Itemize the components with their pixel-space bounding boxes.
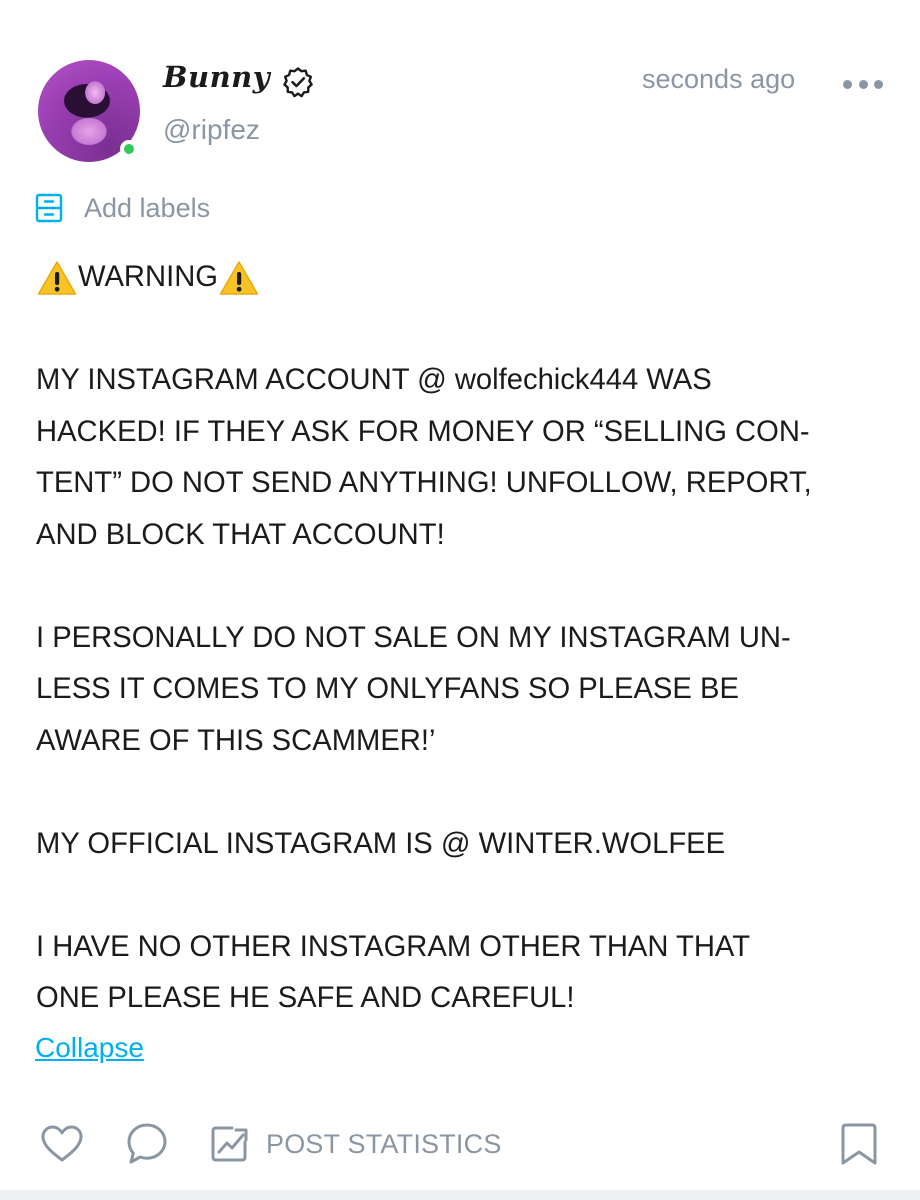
more-dots-icon bbox=[874, 79, 883, 89]
avatar[interactable] bbox=[38, 60, 140, 162]
post-paragraph: MY INSTAGRAM ACCOUNT @ wolfechick444 WAS… bbox=[36, 364, 812, 551]
warning-icon bbox=[37, 261, 77, 295]
author-handle[interactable]: @ripfez bbox=[163, 114, 260, 146]
warning-heading: WARNING bbox=[36, 252, 896, 304]
post-card: Bunny @ripfez seconds ago Add labels WAR… bbox=[0, 0, 920, 1200]
author-display-name[interactable]: Bunny bbox=[163, 60, 270, 94]
post-timestamp: seconds ago bbox=[642, 64, 796, 94]
like-button[interactable] bbox=[40, 1124, 84, 1164]
post-statistics-label: POST STATISTICS bbox=[266, 1128, 502, 1159]
bookmark-button[interactable] bbox=[840, 1122, 878, 1166]
warning-text: WARNING bbox=[78, 261, 218, 293]
post-text: WARNING MY INSTAGRAM ACCOUNT @ wolfechic… bbox=[36, 252, 896, 1025]
add-labels-label: Add labels bbox=[84, 192, 211, 223]
verified-icon bbox=[283, 67, 313, 98]
chart-icon bbox=[211, 1126, 248, 1162]
post-statistics-button[interactable]: POST STATISTICS bbox=[210, 1122, 502, 1166]
heart-icon bbox=[41, 1125, 83, 1162]
post-paragraph: I HAVE NO OTHER INSTAGRAM OTHER THAN THA… bbox=[36, 930, 751, 1015]
more-dots-icon bbox=[858, 79, 868, 89]
more-options-button[interactable] bbox=[843, 72, 883, 96]
post-paragraph: I PERSONALLY DO NOT SALE ON MY INSTAGRAM… bbox=[36, 621, 791, 757]
comment-button[interactable] bbox=[126, 1122, 168, 1166]
label-icon bbox=[35, 193, 63, 223]
more-dots-icon bbox=[843, 79, 852, 89]
post-paragraph: MY OFFICIAL INSTAGRAM IS @ WINTER.WOLFEE bbox=[36, 827, 726, 860]
bookmark-icon bbox=[841, 1123, 877, 1165]
bottom-divider bbox=[0, 1190, 920, 1200]
post-actions-bar: POST STATISTICS bbox=[0, 1110, 920, 1170]
collapse-link[interactable]: Collapse bbox=[35, 1032, 144, 1064]
comment-icon bbox=[127, 1123, 167, 1164]
warning-icon bbox=[219, 261, 259, 295]
online-status-indicator bbox=[120, 140, 138, 158]
add-labels-button[interactable]: Add labels bbox=[34, 190, 210, 226]
